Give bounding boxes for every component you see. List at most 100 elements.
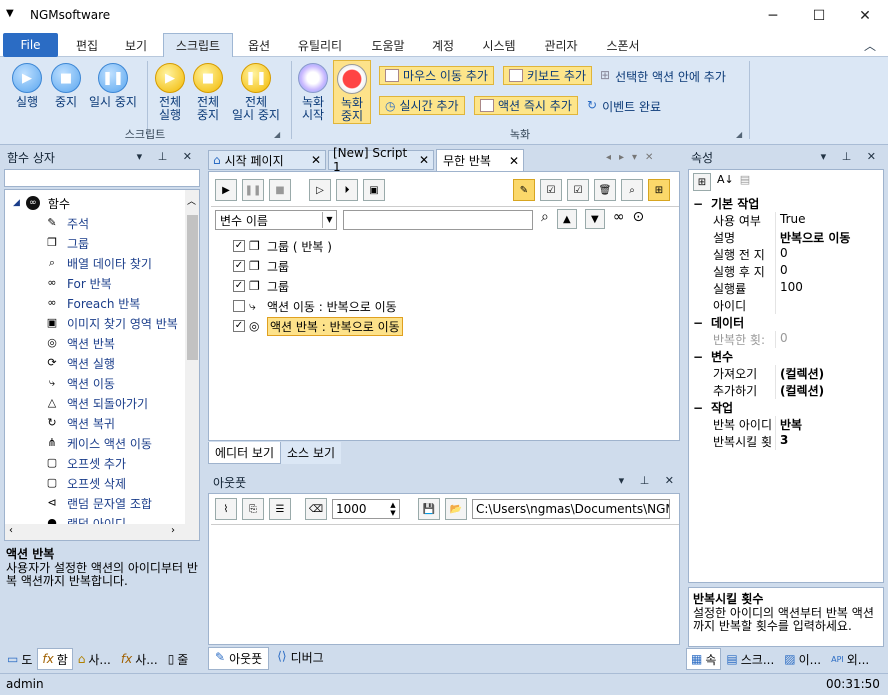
close-tab-icon[interactable]: ✕ bbox=[509, 154, 519, 168]
eraser-icon[interactable]: ⌫ bbox=[305, 498, 327, 520]
add-action-now-button[interactable]: 액션 즉시 추가 bbox=[474, 96, 578, 115]
close-button[interactable]: ✕ bbox=[842, 0, 888, 31]
row-checkbox[interactable]: ✓ bbox=[233, 260, 245, 272]
row-checkbox[interactable] bbox=[233, 300, 245, 312]
function-item[interactable]: ▢ 오프셋 추가 bbox=[45, 453, 195, 473]
sort-az-icon[interactable]: A↓ bbox=[717, 173, 734, 191]
event-done-button[interactable]: ↻ 이벤트 완료 bbox=[587, 98, 661, 115]
tree-view-icon[interactable]: ⊞ bbox=[648, 179, 670, 201]
property-value[interactable]: 반복으로 이동 bbox=[775, 229, 883, 246]
dialog-launcher-icon[interactable]: ◢ bbox=[736, 130, 742, 139]
panel-controls[interactable]: ▾ ⊥ ✕ bbox=[619, 474, 680, 487]
scroll-right-icon[interactable]: › bbox=[171, 525, 175, 536]
search-icon[interactable]: ⌕ bbox=[621, 179, 643, 201]
property-value[interactable]: True bbox=[775, 212, 883, 229]
log-path-input[interactable]: C:\Users\ngmas\Documents\NGM6\ bbox=[472, 499, 670, 519]
tab-images[interactable]: ▨ 이... bbox=[779, 648, 826, 670]
tab-start-page[interactable]: ⌂ 시작 페이지 ✕ bbox=[208, 150, 326, 170]
property-row[interactable]: 반복한 횟: 0 bbox=[689, 331, 883, 348]
horizontal-scrollbar[interactable]: ‹ › bbox=[5, 524, 185, 540]
tab-help[interactable]: 도움말 bbox=[360, 33, 416, 57]
script-row[interactable]: ✓ ◎ 액션 반복 : 반복으로 이동 bbox=[233, 316, 673, 336]
run-all-button[interactable]: ▶ 전체 실행 bbox=[152, 63, 188, 122]
panel-controls[interactable]: ▾ ⊥ ✕ bbox=[821, 150, 882, 163]
tab-view[interactable]: 보기 bbox=[112, 33, 160, 57]
pause-button[interactable]: ❚❚ 일시 중지 bbox=[86, 63, 140, 109]
function-item[interactable]: ◎ 액션 반복 bbox=[45, 333, 195, 353]
tab-sponsor[interactable]: 스폰서 bbox=[594, 33, 652, 57]
step-icon[interactable]: ▷ bbox=[309, 179, 331, 201]
scroll-left-icon[interactable]: ‹ bbox=[9, 525, 13, 536]
property-row[interactable]: 추가하기 (컬렉션) bbox=[689, 382, 883, 399]
dialog-launcher-icon[interactable]: ◢ bbox=[274, 130, 280, 139]
stepper-arrows-icon[interactable]: ▲ ▼ bbox=[387, 501, 399, 517]
function-item[interactable]: ⤷ 액션 이동 bbox=[45, 373, 195, 393]
tab-source-view[interactable]: 소스 보기 bbox=[281, 442, 341, 464]
pause-icon[interactable]: ❚❚ bbox=[242, 179, 264, 201]
script-row[interactable]: ✓ ❐ 그룹 bbox=[233, 276, 673, 296]
tab-properties[interactable]: ▦ 속 bbox=[686, 648, 722, 670]
check-all-icon[interactable]: ☑ bbox=[540, 179, 562, 201]
system-menu-icon[interactable]: ▼ bbox=[6, 8, 14, 19]
folder-icon[interactable]: 📂 bbox=[445, 498, 467, 520]
property-row[interactable]: 반복시킬 횟3 bbox=[689, 433, 883, 450]
tab-options[interactable]: 옵션 bbox=[236, 33, 282, 57]
broom-icon[interactable]: ⌇ bbox=[215, 498, 237, 520]
function-item[interactable]: ▢ 오프셋 삭제 bbox=[45, 473, 195, 493]
tab-system[interactable]: 시스템 bbox=[470, 33, 528, 57]
tab-line[interactable]: ▯ 줄 bbox=[163, 648, 194, 670]
script-row[interactable]: ✓ ❐ 그룹 ( 반복 ) bbox=[233, 236, 673, 256]
step-into-icon[interactable]: ⏵ bbox=[336, 179, 358, 201]
stop-button[interactable]: ■ 중지 bbox=[46, 63, 86, 109]
stop-icon[interactable]: ■ bbox=[269, 179, 291, 201]
tab-debug[interactable]: ⟨⟩ 디버그 bbox=[271, 647, 330, 670]
close-tab-icon[interactable]: ✕ bbox=[311, 153, 321, 167]
wrap-icon[interactable]: ☰ bbox=[269, 498, 291, 520]
delete-icon[interactable]: 🗑 bbox=[594, 179, 616, 201]
run-button[interactable]: ▶ 실행 bbox=[6, 63, 48, 109]
property-pages-icon[interactable]: ▤ bbox=[740, 173, 750, 191]
line-count-stepper[interactable]: 1000 ▲ ▼ bbox=[332, 499, 400, 519]
property-value[interactable] bbox=[775, 297, 883, 314]
tab-output[interactable]: ✎ 아웃풋 bbox=[208, 647, 270, 670]
script-row[interactable]: ✓ ❐ 그룹 bbox=[233, 256, 673, 276]
play-icon[interactable]: ▶ bbox=[215, 179, 237, 201]
property-value[interactable]: 3 bbox=[775, 433, 883, 450]
property-row[interactable]: 실행률 100 bbox=[689, 280, 883, 297]
collapse-icon[interactable]: − bbox=[693, 401, 705, 415]
tab-account[interactable]: 계정 bbox=[420, 33, 466, 57]
record-start-button[interactable]: 녹화 시작 bbox=[296, 63, 330, 122]
move-up-icon[interactable]: ▲ bbox=[556, 209, 577, 229]
function-item[interactable]: ∞ Foreach 반복 bbox=[45, 293, 195, 313]
property-value[interactable]: 100 bbox=[775, 280, 883, 297]
close-tab-icon[interactable]: ✕ bbox=[419, 153, 429, 167]
function-item[interactable]: △ 액션 되돌아가기 bbox=[45, 393, 195, 413]
function-item[interactable]: ⊲ 랜덤 문자열 조합 bbox=[45, 493, 195, 513]
property-value[interactable]: (컬렉션) bbox=[775, 365, 883, 382]
function-item[interactable]: ▣ 이미지 찾기 영역 반복 bbox=[45, 313, 195, 333]
tab-script[interactable]: 스크립트 bbox=[163, 33, 233, 57]
step-over-icon[interactable]: ▣ bbox=[363, 179, 385, 201]
property-value[interactable]: (컬렉션) bbox=[775, 382, 883, 399]
add-realtime-button[interactable]: ◷ 실시간 추가 bbox=[379, 96, 465, 115]
tab-user-func[interactable]: fx 사... bbox=[116, 648, 163, 670]
more-icon[interactable]: ⊙ bbox=[633, 209, 645, 229]
scrollbar-thumb[interactable] bbox=[187, 215, 198, 360]
panel-controls[interactable]: ▾ ⊥ ✕ bbox=[137, 150, 198, 163]
function-item[interactable]: ❐ 그룹 bbox=[45, 233, 195, 253]
property-category[interactable]: − 기본 작업 bbox=[689, 195, 883, 212]
collapse-icon[interactable]: − bbox=[693, 197, 705, 211]
tab-editor-view[interactable]: 에디터 보기 bbox=[208, 442, 282, 464]
property-row[interactable]: 반복 아이디 반복 bbox=[689, 416, 883, 433]
collapse-icon[interactable]: − bbox=[693, 350, 705, 364]
edit-icon[interactable]: ✎ bbox=[513, 179, 535, 201]
tab-user[interactable]: ⌂ 사... bbox=[73, 648, 116, 670]
collapse-ribbon-icon[interactable]: ︿ bbox=[864, 37, 876, 54]
property-row[interactable]: 사용 여부 True bbox=[689, 212, 883, 229]
property-value[interactable]: 0 bbox=[775, 331, 883, 348]
record-stop-button[interactable]: 녹화 중지 bbox=[333, 60, 371, 124]
check-icon[interactable]: ☑ bbox=[567, 179, 589, 201]
property-row[interactable]: 실행 전 지 0 bbox=[689, 246, 883, 263]
tab-new-script[interactable]: [New] Script 1 ✕ bbox=[328, 146, 434, 174]
tab-functions[interactable]: fx 함 bbox=[37, 648, 73, 670]
